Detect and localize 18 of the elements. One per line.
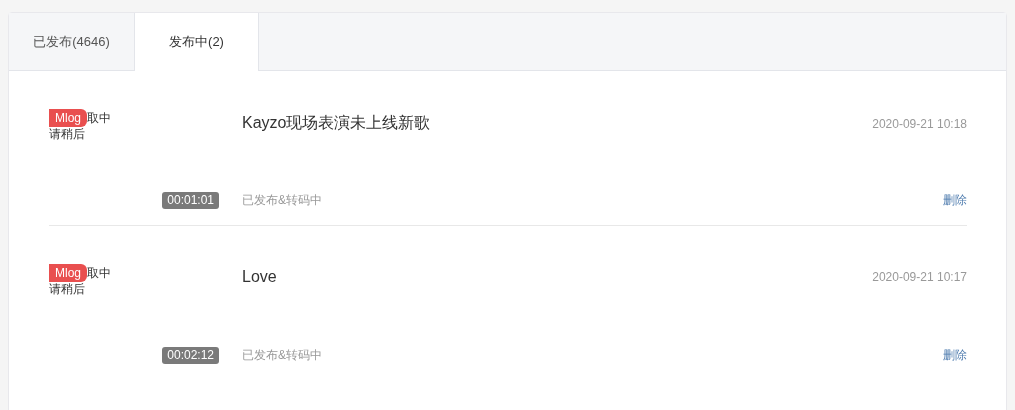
cover-text: 请稍后	[49, 282, 86, 296]
tab[interactable]: 已发布(4646)	[9, 13, 134, 70]
tab[interactable]: 发布中(2)	[134, 13, 259, 71]
delete-link[interactable]: 删除	[943, 192, 967, 209]
mlog-badge: Mlog	[49, 264, 87, 282]
cover-text: 取中	[87, 111, 111, 125]
cover-text: 取中	[87, 266, 111, 280]
duration-badge: 00:01:01	[162, 192, 219, 209]
duration-badge: 00:02:12	[162, 347, 219, 364]
cover-text: 请稍后	[49, 127, 86, 141]
timestamp: 2020-09-21 10:17	[872, 270, 967, 284]
delete-link[interactable]: 删除	[943, 347, 967, 364]
timestamp: 2020-09-21 10:18	[872, 116, 967, 131]
mlog-badge: Mlog	[49, 109, 87, 127]
video-title: Kayzo现场表演未上线新歌	[242, 113, 431, 133]
status-text: 已发布&转码中	[242, 347, 322, 364]
status-text: 已发布&转码中	[242, 192, 322, 209]
video-title: Love	[242, 268, 277, 286]
